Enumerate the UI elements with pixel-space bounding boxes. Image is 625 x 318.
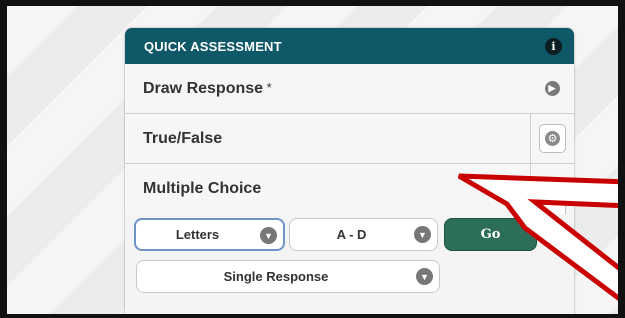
info-icon[interactable]: i xyxy=(545,37,562,55)
settings-button[interactable]: ⚙ xyxy=(539,124,566,153)
label-type-select[interactable]: Letters ▼ xyxy=(134,218,285,251)
settings-cell: ⚙ xyxy=(530,114,574,163)
response-mode-select[interactable]: Single Response ▼ xyxy=(136,260,440,293)
panel-header: QUICK ASSESSMENT i xyxy=(125,28,574,64)
settings-button[interactable] xyxy=(539,200,566,214)
menu-item-label: Draw Response * xyxy=(143,79,272,97)
settings-cell xyxy=(530,164,574,214)
menu-item-label: Multiple Choice xyxy=(143,180,262,197)
go-button[interactable]: Go xyxy=(444,218,537,251)
panel-title: QUICK ASSESSMENT xyxy=(144,38,282,54)
menu-item-multiple-choice[interactable]: Multiple Choice xyxy=(125,164,574,214)
chevron-down-icon: ▼ xyxy=(260,227,277,244)
range-select[interactable]: A - D ▼ xyxy=(289,218,438,251)
menu-item-true-false[interactable]: True/False ⚙ xyxy=(125,114,574,164)
menu-item-label: True/False xyxy=(143,129,223,147)
chevron-down-icon: ▼ xyxy=(416,268,433,285)
chevron-right-icon: ▶ xyxy=(544,81,560,96)
chevron-down-icon: ▼ xyxy=(414,226,431,243)
quick-assessment-panel: QUICK ASSESSMENT i Draw Response * ▶ Tru… xyxy=(125,28,574,314)
gear-icon: ⚙ xyxy=(545,131,560,146)
screenshot-frame: QUICK ASSESSMENT i Draw Response * ▶ Tru… xyxy=(0,0,625,318)
menu-item-draw-response[interactable]: Draw Response * ▶ xyxy=(125,64,574,114)
chevron-right-action[interactable]: ▶ xyxy=(530,64,574,113)
